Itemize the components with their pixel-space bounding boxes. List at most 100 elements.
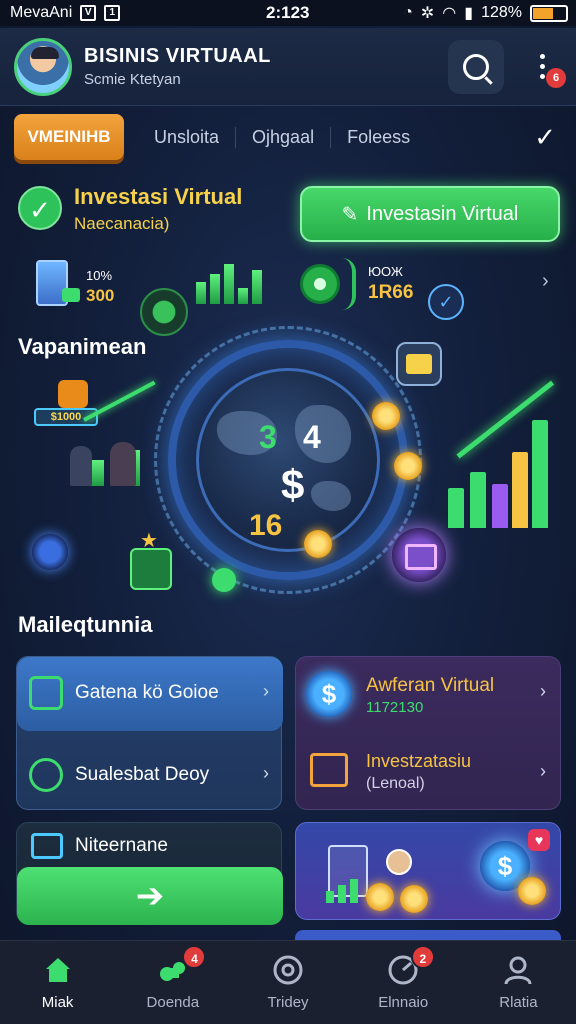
search-button[interactable] (448, 40, 504, 94)
chevron-right-icon: › (540, 761, 546, 781)
bar (338, 885, 346, 903)
battery-icon (530, 4, 568, 22)
hub-number-1: 3 (259, 419, 277, 455)
bar (238, 288, 248, 304)
refresh-icon (29, 758, 63, 792)
avatar[interactable] (14, 37, 72, 96)
dollar-icon: $ (306, 671, 352, 717)
dollar-icon: $ (281, 461, 305, 508)
stats-row: 10% 300 ЮОЖ 1R66 › (0, 252, 576, 322)
nav-label: Rlatia (499, 994, 538, 1011)
tab-3[interactable]: Foleess (331, 127, 426, 148)
bar (532, 420, 548, 528)
shield-icon (58, 380, 88, 408)
bar (252, 270, 262, 304)
more-icon-dot (539, 73, 545, 79)
hub-number-3: 16 (249, 509, 283, 542)
bottom-navigation: Miak 4 Doenda Tridey 2 Elnnaio Rlatia (0, 940, 576, 1024)
hub-section-label: Vapanimean (18, 334, 147, 359)
tab-active[interactable]: VMEINIHB (14, 114, 124, 160)
document-icon (36, 260, 80, 306)
arrow-button[interactable]: ➔ (17, 867, 283, 925)
list-item-label: Sualesbat Deoy (75, 764, 210, 785)
wifi-icon: ◠ (442, 5, 457, 22)
coin-icon (394, 452, 422, 480)
stat-a-percent: 10% (86, 268, 113, 283)
ledger-icon (130, 548, 172, 590)
nav-label: Tridey (267, 994, 309, 1011)
nav-item-target[interactable]: Tridey (230, 941, 345, 1024)
heart-icon: ♥ (528, 829, 550, 851)
nav-item-puzzle[interactable]: 4 Doenda (115, 941, 230, 1024)
nav-label: Elnnaio (378, 994, 429, 1011)
battery-percent: 128% (481, 4, 522, 21)
app-header: BISINIS VIRTUAAL Scmie Ktetyan 6 (0, 28, 576, 106)
message-notification-icon: 1 (104, 5, 121, 21)
bar (492, 484, 508, 528)
tab-2[interactable]: Ojhgaal (236, 126, 332, 148)
chevron-right-icon: › (263, 763, 269, 783)
nav-item-home[interactable]: Miak (0, 941, 115, 1024)
more-icon-dot (539, 63, 545, 69)
nav-item-gauge[interactable]: 2 Elnnaio (346, 941, 461, 1024)
investment-sublabel: (Lenoal) (366, 775, 425, 792)
coin-icon (400, 885, 428, 913)
status-dot-icon (212, 568, 236, 592)
notification-badge: 6 (546, 68, 566, 88)
hub-ring[interactable]: 3 4 $ 16 (154, 326, 422, 594)
coin-icon (518, 877, 546, 905)
stat-a-value: 300 (86, 286, 115, 305)
action-card: Niteernane ➔ (16, 822, 283, 925)
stat-b-value: 1R66 (368, 282, 414, 303)
person-icon (70, 446, 92, 486)
chevron-right-icon: › (540, 681, 546, 701)
tab-1[interactable]: Unsloita (138, 126, 237, 148)
bar-chart-icon (196, 260, 266, 304)
bar (448, 488, 464, 528)
folder-icon (31, 833, 63, 859)
app-notification-icon: V (80, 5, 97, 21)
list-item-label: Gatena kö Goioe (75, 682, 219, 703)
menu-card-purple[interactable]: $ Awferan Virtual 1172130 › Investzatasi… (295, 656, 561, 810)
trend-arrow-icon (83, 380, 156, 422)
bar (196, 282, 206, 304)
credit-card-icon (392, 528, 446, 582)
investment-label: Investzatasiu (366, 751, 472, 771)
leaf-icon: ✎ (341, 203, 359, 226)
signal-icon: ▮ (464, 5, 474, 22)
list-item[interactable]: Gatena kö Goioe › (29, 673, 275, 713)
status-bar: MevaAni V 1 2:123 ◔ ✲ ◠ ▮ 128% (0, 0, 576, 26)
check-badge-icon: ✓ (428, 284, 464, 320)
growth-chart-illustration (444, 380, 556, 528)
target-icon (273, 955, 303, 985)
clock: 2:123 (266, 3, 310, 22)
arrow-right-icon: ➔ (135, 877, 165, 915)
list-item[interactable]: Sualesbat Deoy › (29, 755, 275, 795)
bar (90, 460, 104, 486)
search-icon (463, 54, 489, 80)
section-title: Maileqtunnia (18, 612, 153, 637)
chevron-right-icon[interactable]: › (542, 270, 549, 293)
home-icon (45, 958, 70, 982)
action-card-label: Niteernane (75, 835, 168, 856)
bar (210, 274, 220, 304)
bar (224, 264, 234, 304)
invest-virtual-button[interactable]: ✎ Investasin Virtual (300, 186, 560, 242)
vibrate-icon: ✲ (420, 5, 435, 22)
more-icon-dot (539, 53, 545, 59)
illustration-card[interactable]: $ ♥ (295, 822, 561, 920)
nav-badge: 4 (182, 945, 207, 969)
chart-frame-icon (310, 753, 348, 787)
check-circle-icon: ✓ (18, 186, 62, 230)
app-subtitle: Scmie Ktetyan (84, 71, 181, 88)
nav-item-profile[interactable]: Rlatia (461, 941, 576, 1024)
investment-subtitle: Naecanacia) (74, 214, 170, 233)
bar (470, 472, 486, 528)
person-icon (386, 849, 412, 875)
nav-label: Miak (41, 994, 74, 1011)
checkmark-icon[interactable]: ✓ (534, 122, 556, 153)
globe-display: 3 4 $ 16 (196, 368, 380, 552)
user-icon (504, 956, 532, 985)
globe-landmass (311, 481, 351, 511)
next-card-peek (295, 930, 561, 940)
